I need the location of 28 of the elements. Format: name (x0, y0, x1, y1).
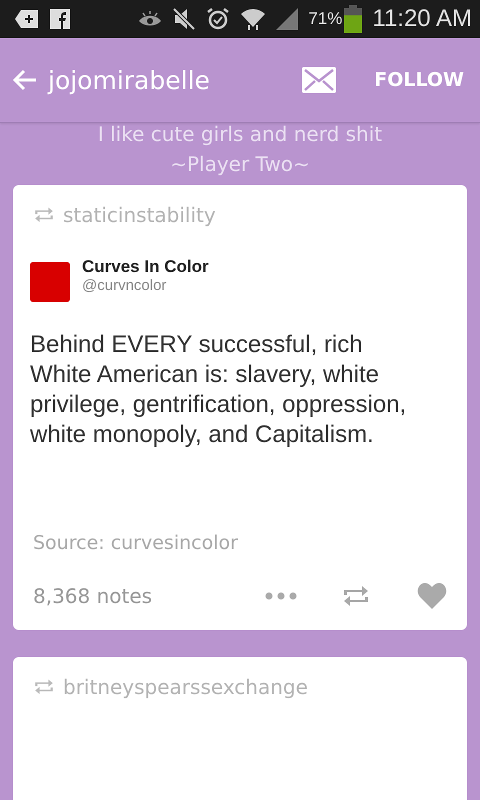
reblog-icon (33, 678, 55, 696)
blog-description: I like cute girls and nerd shit (98, 121, 382, 148)
wifi-icon (240, 7, 266, 31)
mute-icon (172, 7, 196, 31)
back-arrow-icon[interactable] (12, 68, 38, 92)
alarm-icon (206, 7, 230, 31)
battery-icon (344, 5, 362, 33)
avatar (30, 262, 70, 302)
quote-author-handle: @curvncolor (82, 277, 168, 294)
post-source[interactable]: Source: curvesincolor (33, 532, 447, 554)
notification-icon (14, 9, 40, 29)
notes-count[interactable]: 8,368 notes (33, 584, 265, 608)
mail-icon[interactable] (302, 67, 336, 93)
reblogged-from[interactable]: britneyspearssexchange (63, 675, 308, 699)
battery-percentage: 71% (308, 9, 342, 29)
clock-time: 11:20 AM (372, 5, 472, 33)
username: jojomirabelle (48, 66, 210, 94)
eye-icon (138, 10, 162, 28)
signal-icon (276, 8, 298, 30)
reblog-icon (33, 206, 55, 224)
follow-button[interactable]: FOLLOW (374, 65, 464, 95)
quote-author-name: Curves In Color (82, 257, 209, 277)
heart-icon[interactable] (417, 583, 447, 609)
reblogged-from[interactable]: staticinstability (63, 203, 216, 227)
more-icon[interactable] (265, 592, 297, 600)
blog-description: ~Player Two~ (170, 151, 310, 178)
post-text: Behind EVERY successful, rich White American is: slavery, white privilege, gentrification, oppression, white monopoly, and Capitalism. (30, 330, 408, 450)
facebook-icon (50, 9, 70, 29)
